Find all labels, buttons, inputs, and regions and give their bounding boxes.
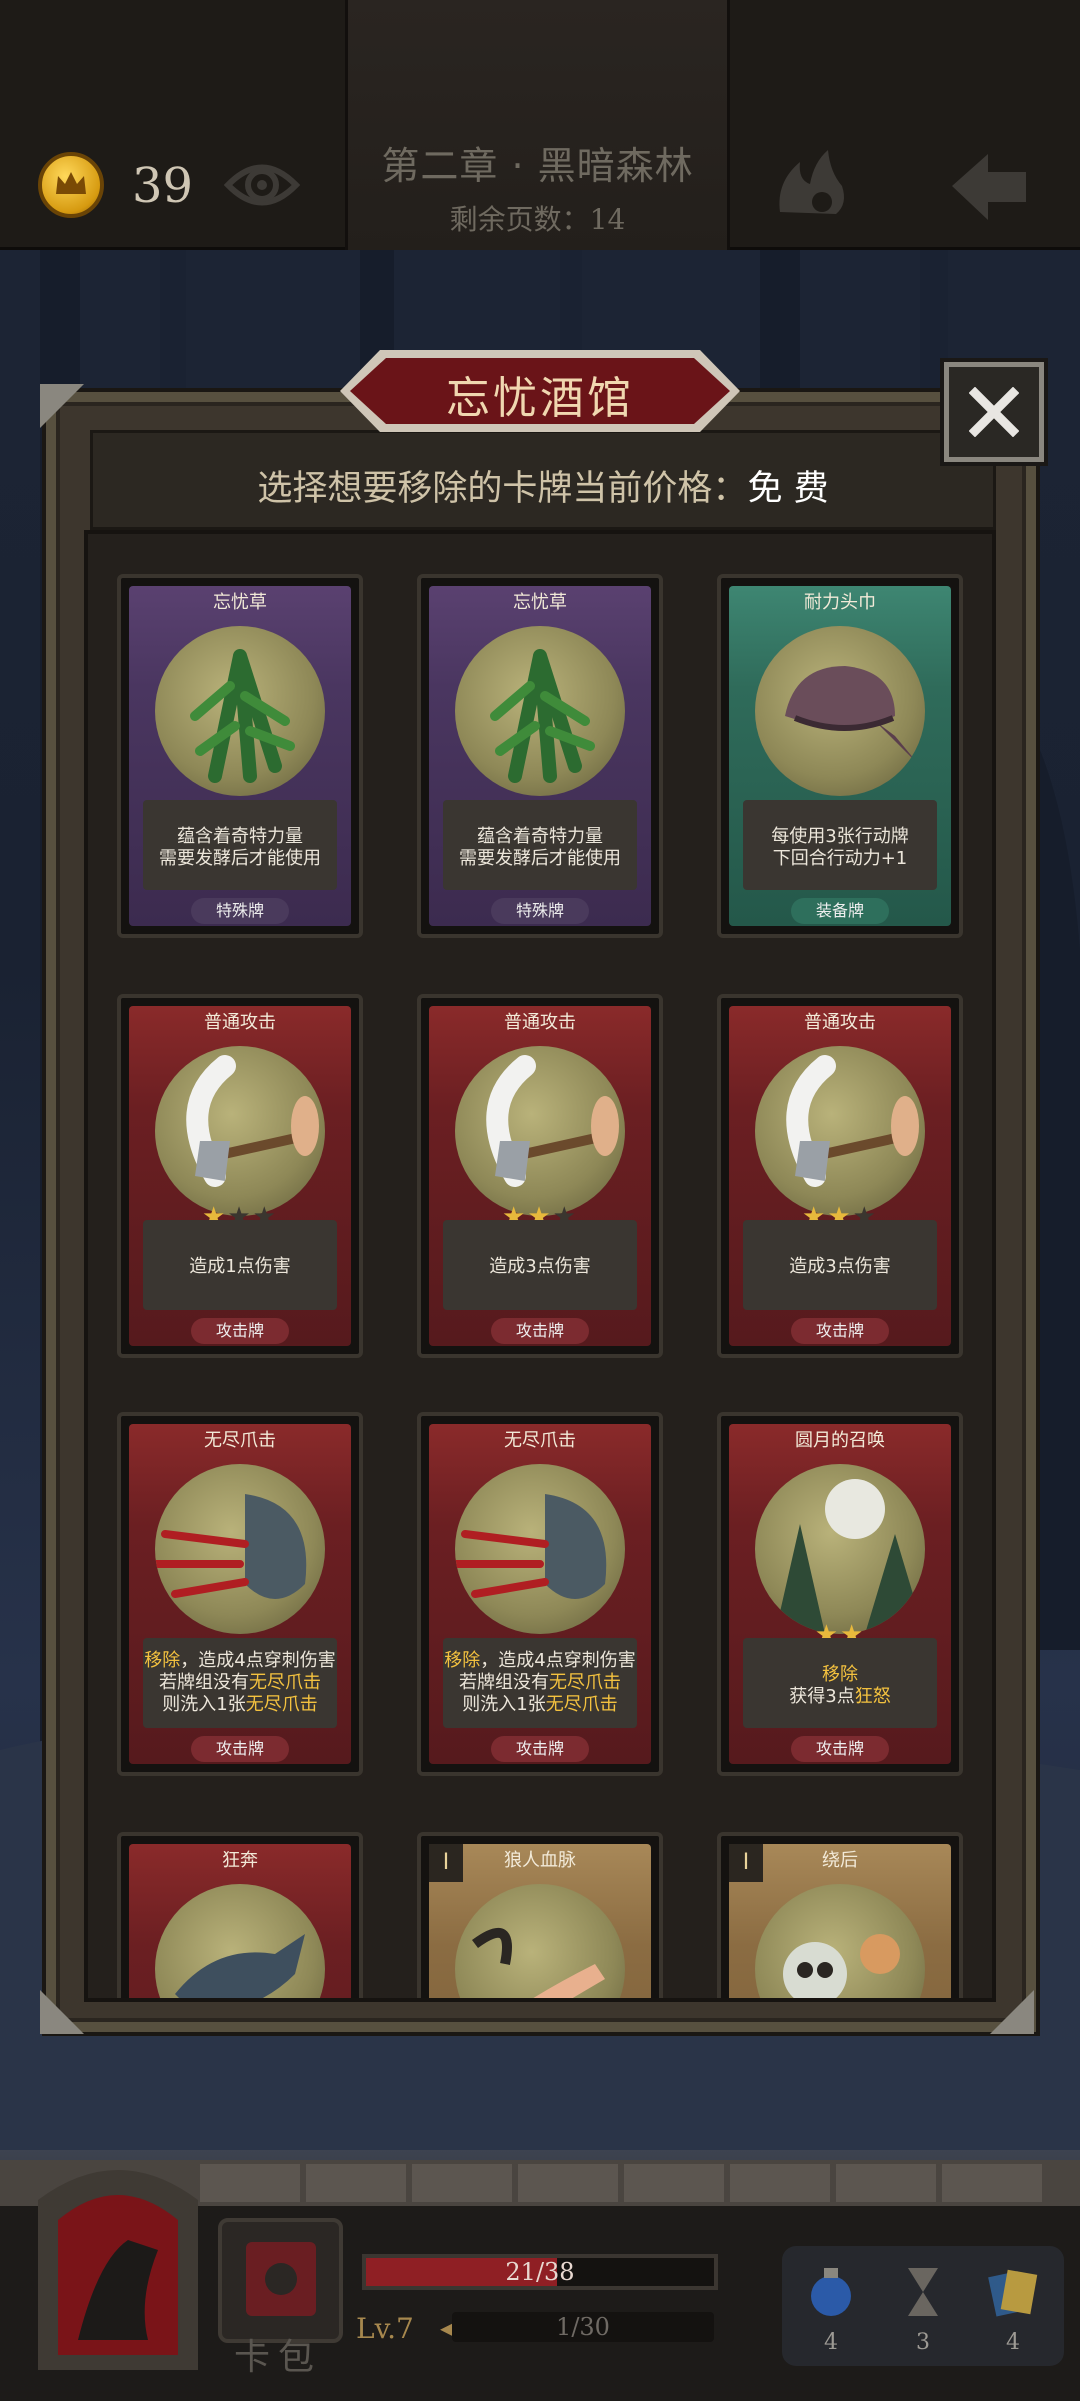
card-name: 普通攻击	[204, 1012, 276, 1033]
card-item[interactable]: 无尽爪击 移除，造成4点穿刺伤害 若牌组没有无尽爪击 则洗入1张无尽爪击 攻击牌	[417, 1412, 663, 1776]
card-item[interactable]: 忘忧草 蕴含着奇特力量 需要发酵后才能使用 特殊牌	[417, 574, 663, 938]
card-type: 特殊牌	[191, 898, 289, 924]
card-desc: 造成1点伤害	[189, 1256, 291, 1277]
level-label: Lv.7	[356, 2312, 414, 2345]
card-bag-button[interactable]	[218, 2218, 343, 2343]
back-arrow-icon[interactable]	[948, 148, 1030, 222]
remaining-pages: 剩余页数：14	[449, 203, 626, 236]
card-name: 绕后	[822, 1850, 858, 1871]
eye-icon[interactable]	[224, 150, 300, 220]
card-name: 无尽爪击	[204, 1430, 276, 1451]
potion-resource[interactable]: 4	[796, 2264, 866, 2355]
card-name: 忘忧草	[513, 592, 567, 613]
herb-icon	[455, 626, 625, 796]
card-item[interactable]: 普通攻击 ★★★ 造成3点伤害 攻击牌	[417, 994, 663, 1358]
card-desc: 蕴含着奇特力量 需要发酵后才能使用	[459, 826, 621, 869]
cards-icon	[988, 2269, 1038, 2317]
remove-card-prompt: 选择想要移除的卡牌当前价格：免 费	[257, 469, 829, 509]
hp-text: 21/38	[505, 2258, 575, 2286]
card-type: 特殊牌	[491, 898, 589, 924]
card-type: 装备牌	[791, 898, 889, 924]
card-item[interactable]: I 狼人血脉	[417, 1832, 663, 1998]
bandana-icon	[755, 626, 925, 796]
card-desc: 造成3点伤害	[489, 1256, 591, 1277]
corner-bolt	[40, 1990, 84, 2034]
card-desc: 移除 获得3点狂怒	[789, 1664, 891, 1707]
card-type: 攻击牌	[191, 1736, 289, 1762]
werewolf-portrait[interactable]	[18, 2140, 218, 2380]
claw-icon	[455, 1464, 625, 1634]
card-type: 攻击牌	[791, 1736, 889, 1762]
axe-slash-icon	[155, 1046, 325, 1216]
card-name: 忘忧草	[213, 592, 267, 613]
cards-resource[interactable]: 4	[978, 2264, 1048, 2355]
card-name: 无尽爪击	[504, 1430, 576, 1451]
card-item[interactable]: 狂奔	[117, 1832, 363, 1998]
campfire-icon[interactable]	[770, 142, 850, 222]
card-item[interactable]: 普通攻击 ★★★ 造成1点伤害 攻击牌	[117, 994, 363, 1358]
price-free: 免 费	[747, 469, 829, 509]
card-desc: 蕴含着奇特力量 需要发酵后才能使用	[159, 826, 321, 869]
card-type: 攻击牌	[491, 1736, 589, 1762]
card-name: 狼人血脉	[504, 1850, 576, 1871]
crown-coin-icon	[38, 152, 104, 218]
card-type: 攻击牌	[491, 1318, 589, 1344]
card-desc: 每使用3张行动牌 下回合行动力+1	[771, 826, 909, 869]
card-bag-icon	[246, 2242, 316, 2316]
herb-icon	[155, 626, 325, 796]
card-name: 普通攻击	[804, 1012, 876, 1033]
tavern-title: 忘忧酒馆	[446, 373, 634, 424]
card-name: 耐力头巾	[804, 592, 876, 613]
card-item[interactable]: 忘忧草 蕴含着奇特力量 需要发酵后才能使用 特殊牌	[117, 574, 363, 938]
resource-panel: 4 3 4	[782, 2246, 1064, 2366]
axe-slash-icon	[755, 1046, 925, 1216]
xp-text: 1/30	[556, 2313, 610, 2341]
claw-icon	[155, 1464, 325, 1634]
card-name: 普通攻击	[504, 1012, 576, 1033]
card-item[interactable]: I 绕后	[717, 1832, 963, 1998]
card-item[interactable]: 圆月的召唤 ★★ 移除 获得3点狂怒 攻击牌	[717, 1412, 963, 1776]
hourglass-icon	[908, 2268, 938, 2316]
card-grid: 忘忧草 蕴含着奇特力量 需要发酵后才能使用 特殊牌 忘忧草 蕴含着奇特力量 需要发酵…	[84, 530, 996, 2002]
potion-icon	[811, 2268, 851, 2316]
corner-bolt	[40, 384, 84, 428]
card-name: 圆月的召唤	[795, 1430, 885, 1451]
axe-slash-icon	[455, 1046, 625, 1216]
close-button[interactable]	[944, 362, 1044, 462]
hourglass-resource[interactable]: 3	[888, 2264, 958, 2355]
corner-bolt	[990, 1990, 1034, 2034]
card-desc: 移除，造成4点穿刺伤害 若牌组没有无尽爪击 则洗入1张无尽爪击	[144, 1650, 336, 1715]
card-bag-label: 卡包	[234, 2337, 323, 2378]
card-item[interactable]: 普通攻击 ★★★ 造成3点伤害 攻击牌	[717, 994, 963, 1358]
card-item[interactable]: 耐力头巾 每使用3张行动牌 下回合行动力+1 装备牌	[717, 574, 963, 938]
card-desc: 造成3点伤害	[789, 1256, 891, 1277]
chapter-title: 第二章 · 黑暗森林	[381, 144, 694, 188]
card-name: 狂奔	[222, 1850, 258, 1871]
card-item[interactable]: 无尽爪击 移除，造成4点穿刺伤害 若牌组没有无尽爪击 则洗入1张无尽爪击 攻击牌	[117, 1412, 363, 1776]
card-type: 攻击牌	[191, 1318, 289, 1344]
coin-count: 39	[132, 158, 194, 214]
full-moon-icon	[755, 1464, 925, 1634]
card-desc: 移除，造成4点穿刺伤害 若牌组没有无尽爪击 则洗入1张无尽爪击	[444, 1650, 636, 1715]
close-icon	[969, 387, 1019, 437]
card-type: 攻击牌	[791, 1318, 889, 1344]
